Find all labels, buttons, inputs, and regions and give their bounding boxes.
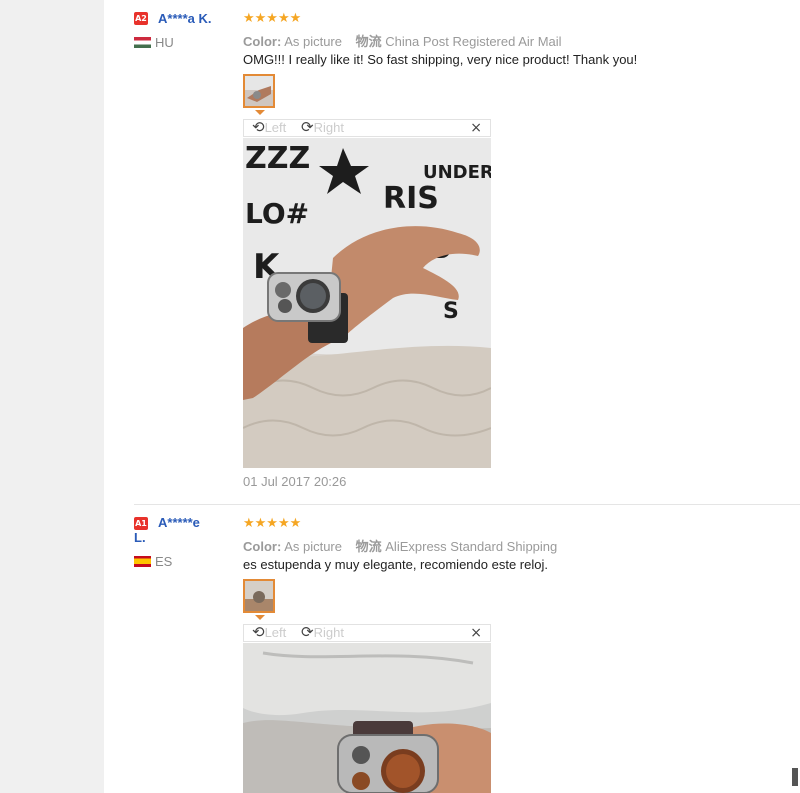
rotate-left-icon: ⟲: [252, 624, 265, 641]
order-info: Color: As picture 物流 AliExpress Standard…: [243, 536, 557, 555]
reviewer-name[interactable]: A****a K.: [158, 11, 211, 26]
rating-stars: ★★★★★: [243, 11, 302, 26]
reviewer-country: HU: [134, 35, 174, 50]
watch-on-wrist-photo: ZZZ LO# RIS UNDER K D S: [243, 138, 491, 468]
rotate-left-button[interactable]: ⟲Left: [252, 625, 286, 641]
review-comment: OMG!!! I really like it! So fast shippin…: [243, 52, 638, 67]
svg-text:ZZZ: ZZZ: [245, 141, 310, 176]
color-value: As picture: [284, 34, 342, 49]
svg-text:LO#: LO#: [245, 197, 309, 230]
svg-text:UNDER: UNDER: [423, 162, 491, 183]
svg-text:RIS: RIS: [383, 181, 439, 216]
review-comment: es estupenda y muy elegante, recomiendo …: [243, 557, 548, 572]
order-info: Color: As picture 物流 China Post Register…: [243, 31, 562, 50]
rotate-right-button[interactable]: ⟳Right: [301, 625, 344, 641]
reviewer-country: ES: [134, 554, 172, 569]
close-viewer-button[interactable]: ×: [470, 120, 482, 136]
review-photo-thumbnail[interactable]: [243, 74, 275, 108]
review-date: 01 Jul 2017 20:26: [243, 474, 347, 489]
shipping-value: China Post Registered Air Mail: [385, 34, 562, 49]
photo-thumb-image: [245, 76, 273, 106]
review-photo-large: [243, 643, 491, 793]
review-photo-large: ZZZ LO# RIS UNDER K D S: [243, 138, 491, 468]
shipping-label: 物流: [355, 34, 382, 49]
review-item: A1 A*****e L. ES ★★★★★ Color: As picture…: [104, 505, 800, 793]
rotate-right-icon: ⟳: [301, 624, 314, 641]
photo-viewer-toolbar: ⟲Left ⟳Right ×: [243, 624, 491, 642]
rotate-left-icon: ⟲: [252, 119, 265, 136]
review-item: A2 A****a K. HU ★★★★★ Color: As picture …: [104, 0, 800, 505]
reviewer-name[interactable]: A*****e L.: [134, 515, 200, 545]
thumbnail-pointer: [255, 110, 265, 115]
color-value: As picture: [284, 539, 342, 554]
close-viewer-button[interactable]: ×: [470, 625, 482, 641]
photo-viewer-toolbar: ⟲Left ⟳Right ×: [243, 119, 491, 137]
buyer-level-badge: A2: [134, 12, 148, 25]
spain-flag-icon: [134, 556, 151, 567]
shipping-label: 物流: [355, 539, 382, 554]
hungary-flag-icon: [134, 37, 151, 48]
rotate-right-icon: ⟳: [301, 119, 314, 136]
rotate-right-button[interactable]: ⟳Right: [301, 120, 344, 136]
buyer-level-badge: A1: [134, 517, 148, 530]
rating-stars: ★★★★★: [243, 516, 302, 531]
color-label: Color:: [243, 539, 282, 554]
scrollbar-thumb[interactable]: [792, 768, 798, 786]
watch-on-hand-photo: [243, 643, 491, 793]
svg-text:S: S: [443, 299, 459, 324]
shipping-value: AliExpress Standard Shipping: [385, 539, 558, 554]
left-gutter: [0, 0, 104, 793]
review-photo-thumbnail[interactable]: [243, 579, 275, 613]
color-label: Color:: [243, 34, 282, 49]
thumbnail-pointer: [255, 615, 265, 620]
rotate-left-button[interactable]: ⟲Left: [252, 120, 286, 136]
photo-thumb-image: [245, 581, 273, 611]
